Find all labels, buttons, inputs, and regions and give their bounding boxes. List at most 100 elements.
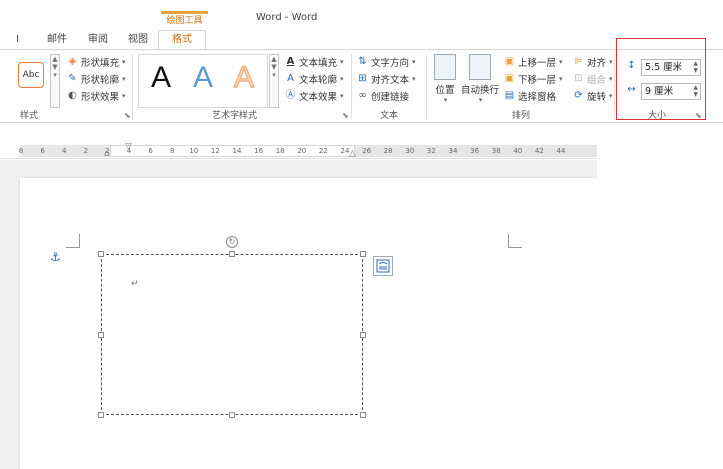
text-outline-icon: A (287, 73, 294, 84)
wordart-gallery[interactable]: A A A (138, 54, 268, 108)
anchor-icon[interactable]: ⚓ (50, 250, 61, 264)
ruler-tick-label: 22 (318, 147, 328, 155)
ruler-tick-label: 8 (18, 147, 24, 155)
ruler-tick-label: 10 (189, 147, 199, 155)
shape-outline-label: 形状轮廓 (81, 75, 120, 86)
group-divider (351, 54, 352, 120)
resize-handle[interactable] (98, 251, 104, 257)
selection-pane-button[interactable]: ▤ 选择窗格 (503, 89, 556, 103)
resize-handle[interactable] (360, 412, 366, 418)
align-text-label: 对齐文本 (371, 75, 410, 86)
shape-outline-button[interactable]: ✎ 形状轮廓 ▾ (66, 72, 125, 86)
tab-format[interactable]: 格式 (158, 30, 206, 51)
wrap-text-icon (469, 54, 491, 80)
wordart-style-blue[interactable]: A (193, 61, 213, 95)
position-icon (434, 54, 456, 80)
horizontal-ruler[interactable]: 8 6 4 2 2 4 6 8 10 12 14 16 18 20 22 24 26 28 30 32 34 36 38 40… (0, 142, 597, 159)
wordart-style-orange[interactable]: A (233, 60, 255, 95)
pencil-icon: ✎ (68, 73, 77, 84)
text-fill-button[interactable]: A 文本填充 ▾ (284, 55, 344, 69)
link-icon: ∞ (358, 90, 367, 101)
shape-fill-button[interactable]: ◈ 形状填充 ▾ (66, 55, 126, 69)
send-backward-label: 下移一层 (518, 75, 557, 86)
text-fill-icon: A (286, 56, 295, 67)
left-indent-marker-icon[interactable]: ⌂ (104, 149, 110, 159)
wrap-text-label: 自动换行 (461, 85, 500, 96)
wordart-style-black[interactable]: A (151, 61, 171, 95)
shape-styles-scroll[interactable]: ▲ ▼ ▾ (50, 54, 60, 108)
bring-forward-button[interactable]: ▣ 上移一层 ▾ (503, 55, 563, 69)
resize-handle[interactable] (360, 251, 366, 257)
position-label: 位置 (435, 85, 455, 96)
ruler-tick-label: 16 (254, 147, 264, 155)
ruler-tick-label: 26 (362, 147, 372, 155)
rotate-button[interactable]: ⟳ 旋转 ▾ (572, 89, 612, 103)
margin-corner-top-right (508, 234, 522, 248)
group-divider (132, 54, 133, 120)
right-margin-area (597, 143, 723, 469)
layout-options-icon (376, 259, 390, 273)
ruler-tick-label: 20 (297, 147, 307, 155)
ruler-tick-label: 4 (61, 147, 67, 155)
wrap-text-button[interactable]: 自动换行 ▾ (461, 54, 499, 104)
text-outline-button[interactable]: A 文本轮廓 ▾ (284, 72, 343, 86)
shape-effects-icon: ◐ (68, 90, 77, 101)
resize-handle[interactable] (229, 251, 235, 257)
ruler-tick-label: 18 (275, 147, 285, 155)
text-direction-button[interactable]: ⇅ 文字方向 ▾ (356, 55, 415, 69)
ruler-tick-label: 30 (405, 147, 415, 155)
margin-corner-top-left (66, 234, 80, 248)
layout-options-button[interactable] (373, 256, 393, 276)
text-effects-button[interactable]: Ⓐ 文本效果 ▾ (284, 89, 344, 103)
ruler-tick-label: 8 (169, 147, 175, 155)
drawing-tools-context-label: 绘图工具 (161, 11, 208, 29)
tab-mailings[interactable]: 邮件 (47, 32, 67, 50)
position-button[interactable]: 位置 ▾ (432, 54, 458, 104)
ribbon-tab-bar: I 邮件 审阅 视图 格式 (0, 30, 723, 51)
align-icon: ⊫ (574, 56, 583, 67)
shape-effects-button[interactable]: ◐ 形状效果 ▾ (66, 89, 125, 103)
rotate-icon: ⟳ (574, 90, 583, 101)
text-direction-label: 文字方向 (371, 58, 410, 69)
wordart-scroll[interactable]: ▲ ▼ ▾ (269, 54, 279, 108)
text-effects-icon: Ⓐ (285, 90, 296, 101)
shape-styles-launcher-icon[interactable]: ⬊ (124, 111, 131, 120)
shape-styles-group-label: 样式 (20, 111, 39, 121)
send-backward-icon: ▣ (504, 73, 515, 84)
title-bar: 绘图工具 Word - Word (0, 0, 723, 30)
ruler-tick-label: 36 (470, 147, 480, 155)
size-group-highlight (616, 38, 706, 120)
tab-view[interactable]: 视图 (128, 32, 148, 50)
arrange-group-label: 排列 (512, 111, 531, 121)
align-button[interactable]: ⊫ 对齐 ▾ (572, 55, 612, 69)
text-group-label: 文本 (380, 111, 399, 121)
bring-forward-label: 上移一层 (518, 58, 557, 69)
resize-handle[interactable] (98, 332, 104, 338)
resize-handle[interactable] (229, 412, 235, 418)
align-text-button[interactable]: ⊞ 对齐文本 ▾ (356, 72, 415, 86)
shape-style-sample[interactable]: Abc (18, 62, 44, 88)
resize-handle[interactable] (98, 412, 104, 418)
tab-partial[interactable]: I (16, 32, 19, 50)
selection-pane-label: 选择窗格 (518, 92, 557, 103)
resize-handle[interactable] (360, 332, 366, 338)
ruler-tick-label: 12 (210, 147, 220, 155)
rotate-handle-icon[interactable]: ↻ (226, 236, 238, 248)
tab-review[interactable]: 审阅 (88, 32, 108, 50)
group-label: 组合 (587, 75, 607, 86)
text-box[interactable] (101, 254, 363, 415)
first-line-indent-marker-icon[interactable]: ▽ (125, 142, 132, 152)
ruler-tick-label: 40 (513, 147, 523, 155)
align-text-icon: ⊞ (358, 73, 367, 84)
wordart-launcher-icon[interactable]: ⬊ (342, 111, 349, 120)
group-button[interactable]: ⊡ 组合 ▾ (572, 72, 612, 86)
create-link-button[interactable]: ∞ 创建链接 (356, 89, 409, 103)
shape-effects-label: 形状效果 (81, 92, 120, 103)
send-backward-button[interactable]: ▣ 下移一层 ▾ (503, 72, 563, 86)
right-indent-marker-icon[interactable]: △ (349, 149, 356, 159)
ribbon: Abc ▲ ▼ ▾ ◈ 形状填充 ▾ ✎ 形状轮廓 ▾ ◐ 形状效果 ▾ 样式 ⬊ A A… (0, 49, 723, 123)
window-title: Word - Word (256, 12, 318, 23)
chevron-down-icon: ▾ (443, 96, 448, 104)
shape-fill-label: 形状填充 (81, 58, 120, 69)
ruler-tick-label: 6 (148, 147, 153, 155)
